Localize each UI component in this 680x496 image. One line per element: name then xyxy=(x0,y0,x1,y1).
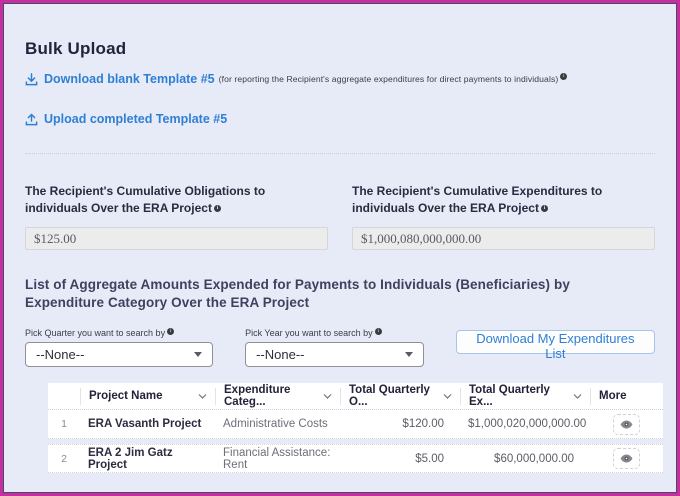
view-row-button[interactable] xyxy=(613,448,640,469)
download-template-label: Download blank Template #5 xyxy=(44,72,215,86)
info-icon[interactable] xyxy=(540,205,548,212)
year-filter-group: Pick Year you want to search by --None-- xyxy=(245,328,424,367)
cell-total-quarterly-obligations: $5.00 xyxy=(415,452,444,465)
sort-chevron-icon[interactable] xyxy=(443,393,452,399)
quarter-filter-group: Pick Quarter you want to search by --Non… xyxy=(25,328,214,367)
upload-completed-template-link[interactable]: Upload completed Template #5 xyxy=(25,112,227,126)
table-row: 2 ERA 2 Jim Gatz Project Financial Assis… xyxy=(48,444,663,473)
header-more: More xyxy=(590,387,663,405)
cell-total-quarterly-expenditures: $60,000,000.00 xyxy=(494,452,574,465)
cumulative-expenditures-label: The Recipient's Cumulative Expenditures … xyxy=(352,184,603,215)
header-project-name[interactable]: Project Name xyxy=(80,387,215,405)
download-note: (for reporting the Recipient's aggregate… xyxy=(218,74,559,84)
header-total-quarterly-obligations[interactable]: Total Quarterly O... xyxy=(340,384,460,408)
sort-chevron-icon[interactable] xyxy=(198,393,207,399)
page-title: Bulk Upload xyxy=(25,39,127,58)
cell-total-quarterly-obligations: $120.00 xyxy=(402,418,444,430)
row-number: 1 xyxy=(61,418,67,430)
header-row-number xyxy=(48,388,80,405)
info-icon[interactable] xyxy=(167,328,175,335)
download-blank-template-link[interactable]: Download blank Template #5 xyxy=(25,72,215,86)
year-select-value: --None-- xyxy=(256,347,305,362)
eye-icon xyxy=(620,419,633,429)
cumulative-expenditures-field: The Recipient's Cumulative Expenditures … xyxy=(352,184,655,250)
download-expenditures-list-button[interactable]: Download My Expenditures List xyxy=(455,330,655,361)
caret-down-icon xyxy=(404,352,413,357)
cell-expenditure-category: Financial Assistance: Rent xyxy=(223,446,331,471)
quarter-select-value: --None-- xyxy=(36,347,85,362)
upload-template-label: Upload completed Template #5 xyxy=(44,112,228,126)
quarter-select[interactable]: --None-- xyxy=(25,342,214,367)
cumulative-obligations-input[interactable] xyxy=(25,227,328,250)
table-header-row: Project Name Expenditure Categ... Total … xyxy=(48,383,663,410)
table-row: 1 ERA Vasanth Project Administrative Cos… xyxy=(48,410,663,439)
cumulative-expenditures-input[interactable] xyxy=(352,227,655,250)
cell-expenditure-category: Administrative Costs xyxy=(223,418,328,430)
download-icon xyxy=(25,72,38,86)
cell-total-quarterly-expenditures: $1,000,020,000,000.00 xyxy=(468,418,587,430)
cell-project-name: ERA Vasanth Project xyxy=(88,418,202,430)
sort-chevron-icon[interactable] xyxy=(323,393,332,399)
info-icon[interactable] xyxy=(374,328,382,335)
info-icon[interactable] xyxy=(560,72,568,80)
info-icon[interactable] xyxy=(213,205,221,212)
header-total-quarterly-expenditures[interactable]: Total Quarterly Ex... xyxy=(460,384,590,408)
cumulative-obligations-field: The Recipient's Cumulative Obligations t… xyxy=(25,184,328,250)
quarter-filter-label: Pick Quarter you want to search by xyxy=(25,328,166,338)
cell-project-name: ERA 2 Jim Gatz Project xyxy=(88,446,173,471)
divider xyxy=(25,153,655,154)
header-expenditure-category[interactable]: Expenditure Categ... xyxy=(215,384,340,408)
row-number: 2 xyxy=(61,452,67,465)
list-section-heading: List of Aggregate Amounts Expended for P… xyxy=(25,277,570,310)
cumulative-obligations-label: The Recipient's Cumulative Obligations t… xyxy=(25,184,266,215)
eye-icon xyxy=(620,454,633,463)
year-select[interactable]: --None-- xyxy=(245,342,424,367)
bulk-upload-page: Bulk Upload Download blank Template #5 (… xyxy=(0,0,680,496)
view-row-button[interactable] xyxy=(613,413,640,435)
expenditures-table: Project Name Expenditure Categ... Total … xyxy=(48,383,663,473)
year-filter-label: Pick Year you want to search by xyxy=(245,328,373,338)
upload-icon xyxy=(25,113,38,126)
caret-down-icon xyxy=(194,352,203,357)
sort-chevron-icon[interactable] xyxy=(573,393,582,399)
